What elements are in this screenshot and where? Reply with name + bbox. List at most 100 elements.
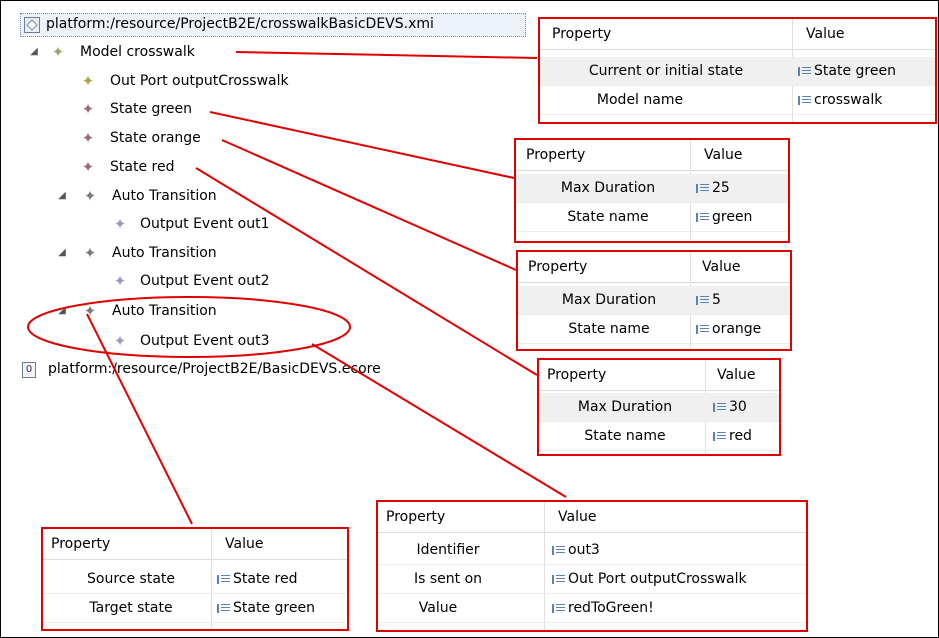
event-icon: ✦ [113, 332, 127, 350]
tree-root-label: platform:/resource/ProjectB2E/crosswalkB… [46, 16, 434, 32]
column-value: Value [806, 26, 845, 42]
property-name: State name [567, 209, 649, 225]
panel-header: Property Value [539, 360, 779, 391]
properties-panel-state-orange: Property Value Max Duration 5 State name… [516, 250, 792, 351]
property-value: 25 [696, 174, 730, 202]
property-value: Out Port outputCrosswalk [552, 565, 747, 593]
property-value-text: redToGreen! [568, 600, 654, 616]
tree-item-label: Model crosswalk [80, 44, 195, 60]
port-icon: ✦ [81, 72, 95, 90]
property-value: red [713, 422, 752, 450]
expand-triangle-icon[interactable]: ◢ [56, 186, 68, 206]
property-name: Value [418, 600, 458, 616]
column-property: Property [528, 259, 588, 275]
transition-icon: ✦ [83, 187, 97, 205]
property-value-icon [552, 546, 565, 555]
property-value: State red [217, 565, 297, 593]
property-value-text: red [729, 428, 752, 444]
property-value-icon [696, 296, 709, 305]
property-value-icon [798, 67, 811, 76]
property-value-text: State green [233, 600, 315, 616]
property-value: State green [798, 57, 896, 85]
tree-item-label: Auto Transition [112, 303, 217, 319]
property-name: State name [568, 321, 650, 337]
property-name: Target state [89, 600, 173, 616]
transition-icon: ✦ [83, 302, 97, 320]
panel-header: Property Value [540, 19, 935, 50]
property-value-text: 5 [712, 292, 721, 308]
column-value: Value [558, 509, 597, 525]
property-value-text: out3 [568, 542, 600, 558]
panel-header: Property Value [378, 502, 806, 533]
properties-panel-output-event: Property Value Identifier out3 Is sent o… [376, 500, 808, 632]
property-value: out3 [552, 536, 600, 564]
property-name: Source state [87, 571, 175, 587]
property-value: orange [696, 315, 761, 343]
property-value-icon [696, 213, 709, 222]
tree-item-label: Auto Transition [112, 245, 217, 261]
property-row[interactable]: State name orange [518, 315, 790, 344]
property-row[interactable]: Max Duration 30 [539, 393, 779, 422]
property-value-icon [552, 575, 565, 584]
property-value-text: State red [233, 571, 298, 587]
property-name: State name [584, 428, 666, 444]
ecore-file-icon: 0 [22, 362, 36, 378]
property-row[interactable]: Target state State green [43, 594, 347, 623]
panel-header: Property Value [516, 140, 788, 171]
expand-triangle-icon[interactable]: ◢ [56, 301, 68, 321]
property-value: green [696, 203, 752, 231]
property-row[interactable]: Source state State red [43, 565, 347, 594]
tree-item-label: Auto Transition [112, 188, 217, 204]
column-property: Property [552, 26, 612, 42]
property-value-icon [696, 325, 709, 334]
property-value-icon [798, 96, 811, 105]
tree-item-label: State red [110, 159, 175, 175]
event-icon: ✦ [113, 272, 127, 290]
property-row[interactable]: Max Duration 5 [518, 286, 790, 315]
tree-item-label: Out Port outputCrosswalk [110, 73, 289, 89]
property-value-text: green [712, 209, 753, 225]
property-name: Max Duration [560, 180, 656, 196]
expand-triangle-icon[interactable]: ◢ [56, 243, 68, 263]
property-name: Model name [596, 92, 684, 108]
properties-panel-auto-transition: Property Value Source state State red Ta… [41, 527, 349, 631]
transition-icon: ✦ [83, 244, 97, 262]
properties-panel-state-green: Property Value Max Duration 25 State nam… [514, 138, 790, 243]
property-name: Identifier [416, 542, 480, 558]
tree-item-label: Output Event out1 [140, 216, 270, 232]
column-value: Value [717, 367, 756, 383]
property-value: crosswalk [798, 86, 882, 114]
state-icon: ✦ [81, 100, 95, 118]
property-value-text: crosswalk [814, 92, 883, 108]
xmi-file-icon [24, 17, 40, 33]
property-row[interactable]: Is sent on Out Port outputCrosswalk [378, 565, 806, 594]
column-property: Property [51, 536, 111, 552]
property-value: State green [217, 594, 315, 622]
property-value: redToGreen! [552, 594, 654, 622]
tree-item-label: State orange [110, 130, 201, 146]
property-value: 5 [696, 286, 721, 314]
column-property: Property [547, 367, 607, 383]
property-row[interactable]: Value redToGreen! [378, 594, 806, 623]
property-row[interactable]: Max Duration 25 [516, 174, 788, 203]
tree-ecore-label: platform:/resource/ProjectB2E/BasicDEVS.… [48, 361, 381, 377]
property-value-icon [217, 575, 230, 584]
property-row[interactable]: Model name crosswalk [540, 86, 935, 115]
state-icon: ✦ [81, 129, 95, 147]
state-icon: ✦ [81, 158, 95, 176]
tree-item-label: Output Event out2 [140, 273, 270, 289]
property-row[interactable]: State name green [516, 203, 788, 232]
property-row[interactable]: Identifier out3 [378, 536, 806, 565]
property-value-text: 30 [729, 399, 747, 415]
properties-panel-model: Property Value Current or initial state … [538, 17, 937, 124]
expand-triangle-icon[interactable]: ◢ [28, 42, 40, 62]
property-value-icon [713, 432, 726, 441]
property-row[interactable]: Current or initial state State green [540, 57, 935, 86]
property-value-icon [552, 604, 565, 613]
column-value: Value [225, 536, 264, 552]
panel-header: Property Value [43, 529, 347, 560]
column-value: Value [704, 147, 743, 163]
model-icon: ✦ [51, 43, 65, 61]
property-value-text: State green [814, 63, 896, 79]
property-row[interactable]: State name red [539, 422, 779, 451]
